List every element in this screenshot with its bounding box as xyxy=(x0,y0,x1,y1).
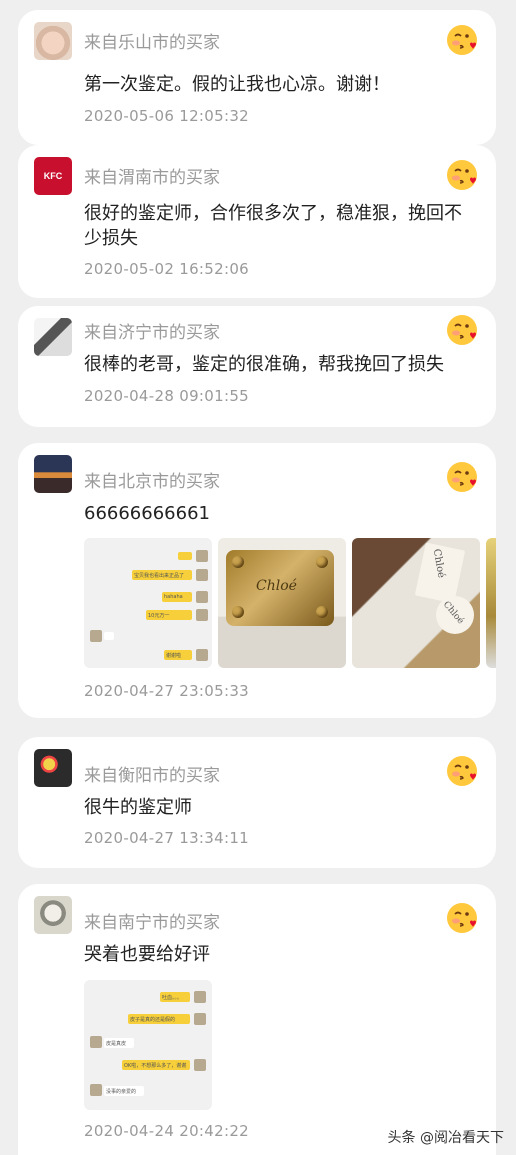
comment-text: 很好的鉴定师，合作很多次了，稳准狠，挽回不少损失 xyxy=(84,203,462,249)
buyer-location: 来自衡阳市的买家 xyxy=(84,766,220,786)
product-photo-thumbnail[interactable]: Chloé Chloé xyxy=(352,538,480,668)
chat-text: 没事的亲爱的 xyxy=(106,1089,137,1095)
timestamp: 2020-04-27 13:34:11 xyxy=(84,829,250,847)
chat-avatar xyxy=(196,591,208,603)
review-card: 来自北京市的买家 66666666661 宝贝我也看出来正品了 hahaha 1… xyxy=(18,443,496,718)
chat-avatar xyxy=(194,991,206,1003)
chat-text: 皮子是真的还是假的 xyxy=(130,1017,176,1023)
buyer-location: 来自南宁市的买家 xyxy=(84,913,220,933)
chat-text: OK啦，不想那么多了，谢谢 xyxy=(124,1063,187,1069)
timestamp: 2020-05-02 16:52:06 xyxy=(84,260,250,278)
chat-screenshot-thumbnail[interactable]: 宝贝我也看出来正品了 hahaha 10元万一 谢谢啦 xyxy=(84,538,212,668)
review-card: 来自济宁市的买家 很棒的老哥，鉴定的很准确，帮我挽回了损失 2020-04-28… xyxy=(18,306,496,427)
avatar-logo-text: KFC xyxy=(43,171,63,181)
blushing-kiss-emoji-icon[interactable] xyxy=(446,902,478,934)
blushing-kiss-emoji-icon[interactable] xyxy=(446,24,478,56)
review-card: 来自南宁市的买家 哭着也要给好评 吐血。。。 皮子是真的还是假的 皮是真皮 OK… xyxy=(18,884,496,1155)
product-photo-thumbnail[interactable] xyxy=(486,538,496,668)
chat-avatar xyxy=(196,550,208,562)
rivet xyxy=(316,556,328,568)
chat-avatar xyxy=(196,569,208,581)
chat-avatar xyxy=(90,1084,102,1096)
chat-avatar xyxy=(196,649,208,661)
chat-text: 10元万一 xyxy=(148,613,170,619)
buyer-location: 来自北京市的买家 xyxy=(84,472,220,492)
comment-text: 66666666661 xyxy=(84,503,210,524)
avatar[interactable] xyxy=(34,896,72,934)
buyer-location: 来自渭南市的买家 xyxy=(84,168,220,188)
chat-bubble xyxy=(104,632,114,640)
blushing-kiss-emoji-icon[interactable] xyxy=(446,755,478,787)
chat-text: hahaha xyxy=(164,594,183,600)
chat-avatar xyxy=(196,609,208,621)
product-photo-thumbnail[interactable]: Chloé xyxy=(218,538,346,668)
chat-bubble xyxy=(178,552,192,560)
buyer-location: 来自乐山市的买家 xyxy=(84,33,220,53)
review-card: KFC 来自渭南市的买家 很好的鉴定师，合作很多次了，稳准狠，挽回不少损失 20… xyxy=(18,145,496,298)
review-card: 来自乐山市的买家 第一次鉴定。假的让我也心凉。谢谢！ 2020-05-06 12… xyxy=(18,10,496,145)
chat-avatar xyxy=(90,1036,102,1048)
brand-logo-engraving: Chloé xyxy=(256,578,297,594)
rivet xyxy=(316,606,328,618)
comment-text: 很棒的老哥，鉴定的很准确，帮我挽回了损失 xyxy=(84,354,444,375)
comment-text: 第一次鉴定。假的让我也心凉。谢谢！ xyxy=(84,74,390,95)
avatar[interactable] xyxy=(34,22,72,60)
chat-avatar xyxy=(90,630,102,642)
rivet xyxy=(232,606,244,618)
blushing-kiss-emoji-icon[interactable] xyxy=(446,461,478,493)
comment-text: 哭着也要给好评 xyxy=(84,944,210,965)
timestamp: 2020-04-27 23:05:33 xyxy=(84,682,250,700)
chat-screenshot-thumbnail[interactable]: 吐血。。。 皮子是真的还是假的 皮是真皮 OK啦，不想那么多了，谢谢 没事的亲爱… xyxy=(84,980,212,1110)
chat-avatar xyxy=(194,1013,206,1025)
chat-text: 皮是真皮 xyxy=(106,1041,127,1047)
blushing-kiss-emoji-icon[interactable] xyxy=(446,314,478,346)
timestamp: 2020-04-24 20:42:22 xyxy=(84,1122,250,1140)
chat-text: 谢谢啦 xyxy=(166,653,182,659)
avatar[interactable] xyxy=(34,749,72,787)
chat-text: 吐血。。。 xyxy=(162,995,183,1001)
chat-text: 宝贝我也看出来正品了 xyxy=(134,573,185,579)
avatar[interactable] xyxy=(34,318,72,356)
avatar[interactable]: KFC xyxy=(34,157,72,195)
source-watermark: 头条 @阅冶看天下 xyxy=(387,1130,504,1146)
rivet xyxy=(232,556,244,568)
timestamp: 2020-04-28 09:01:55 xyxy=(84,387,250,405)
timestamp: 2020-05-06 12:05:32 xyxy=(84,107,250,125)
comment-text: 很牛的鉴定师 xyxy=(84,797,192,818)
chat-avatar xyxy=(194,1059,206,1071)
buyer-location: 来自济宁市的买家 xyxy=(84,323,220,343)
blushing-kiss-emoji-icon[interactable] xyxy=(446,159,478,191)
review-card: 来自衡阳市的买家 很牛的鉴定师 2020-04-27 13:34:11 xyxy=(18,737,496,868)
avatar[interactable] xyxy=(34,455,72,493)
